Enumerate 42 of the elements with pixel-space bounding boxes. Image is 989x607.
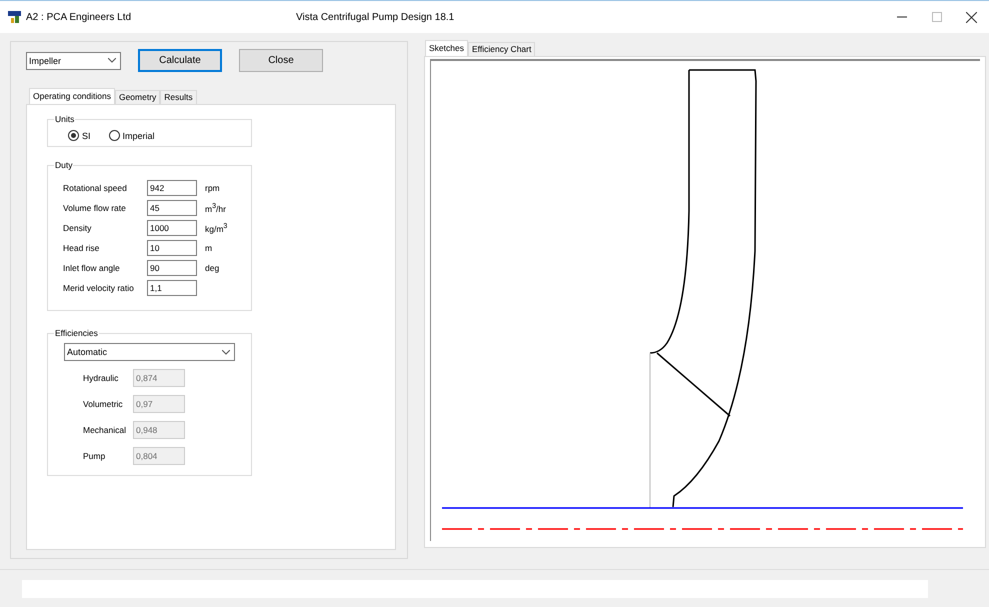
field-label: Pump <box>83 451 106 461</box>
tab[interactable]: Operating conditions <box>29 88 115 104</box>
group-title: Efficiencies <box>54 328 99 338</box>
field-label: Rotational speed <box>63 183 128 193</box>
unit-label: deg <box>205 263 220 273</box>
field-label: Volume flow rate <box>63 203 127 213</box>
unit-label: kg/m$^{3}$ <box>205 222 228 234</box>
input-field[interactable]: 1000 <box>147 220 197 236</box>
radio-option[interactable]: SI <box>68 130 91 141</box>
efficiency-mode-dropdown[interactable]: Automatic <box>64 343 235 361</box>
input-field[interactable]: 10 <box>147 240 197 256</box>
calculate-button[interactable]: Calculate <box>138 49 222 72</box>
unit-label: m <box>205 243 212 253</box>
window-title: Vista Centrifugal Pump Design 18.1 <box>296 12 456 22</box>
radio-option[interactable]: Imperial <box>108 130 155 141</box>
group-title: Units <box>54 114 76 124</box>
tab[interactable]: Geometry <box>114 90 160 104</box>
field-label: Inlet flow angle <box>63 263 121 273</box>
input-field[interactable]: 90 <box>147 260 197 276</box>
field-label: Mechanical <box>83 425 127 435</box>
field-label: Hydraulic <box>83 373 120 383</box>
unit-label: m$^{3}$/hr <box>205 202 226 214</box>
close-icon <box>966 12 977 22</box>
field-label: Volumetric <box>83 399 124 409</box>
tab[interactable]: Results <box>160 90 197 104</box>
close-dialog-button[interactable]: Close <box>239 49 323 72</box>
app-title: A2 : PCA Engineers Ltd <box>26 12 132 22</box>
chevron-icon <box>222 350 230 354</box>
input-field[interactable]: 942 <box>147 180 197 196</box>
tab[interactable]: Efficiency Chart <box>468 42 536 56</box>
group-title: Duty <box>54 160 74 170</box>
tab[interactable]: Sketches <box>425 40 468 56</box>
component-dropdown[interactable]: Impeller <box>26 52 121 70</box>
maximize-icon <box>932 12 942 22</box>
field-label: Merid velocity ratio <box>63 283 135 293</box>
input-field[interactable]: 1,1 <box>147 280 197 296</box>
chevron-icon <box>108 58 116 63</box>
input-field[interactable]: 45 <box>147 200 197 216</box>
app-logo-icon <box>8 11 21 23</box>
field-label: Density <box>63 223 92 233</box>
unit-label: rpm <box>205 183 220 193</box>
field-label: Head rise <box>63 243 100 253</box>
